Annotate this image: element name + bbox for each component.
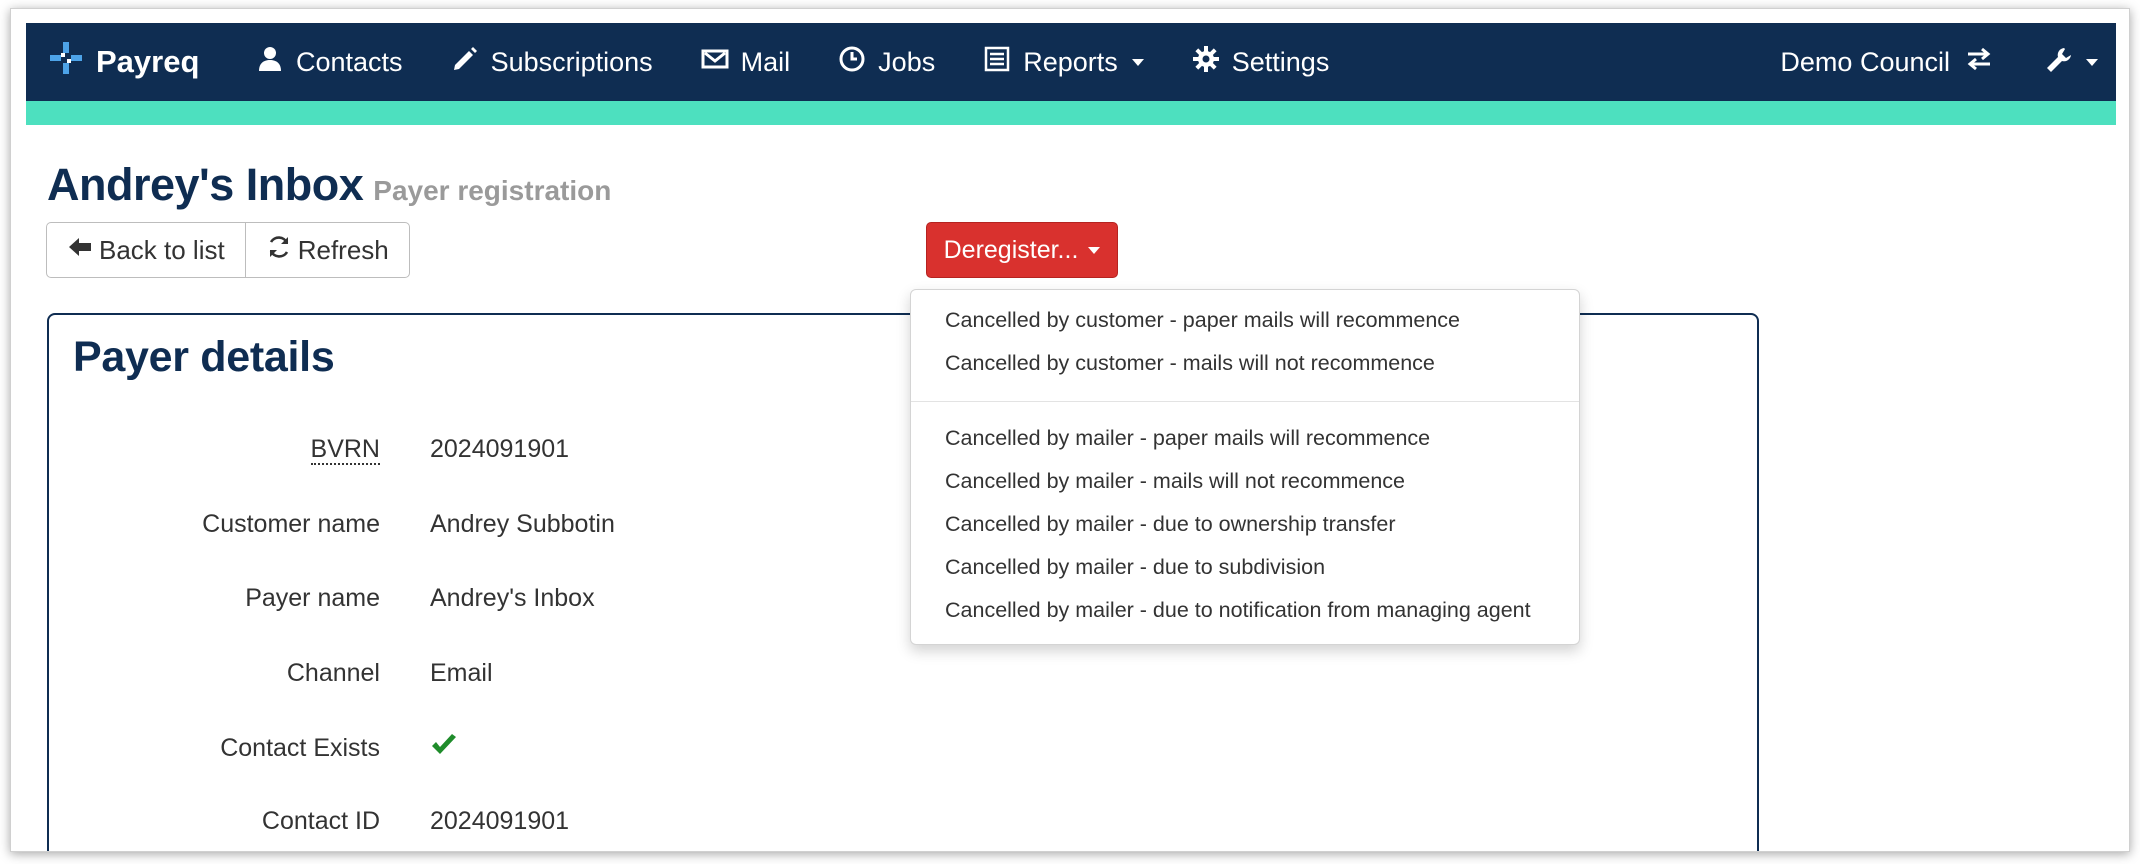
list-icon	[983, 45, 1011, 80]
detail-label: Payer name	[245, 583, 380, 612]
detail-label: Contact Exists	[220, 733, 380, 762]
detail-row-payer-name: Payer name Andrey's Inbox	[49, 578, 949, 618]
chevron-down-icon	[1131, 58, 1144, 66]
detail-row-channel: Channel Email	[49, 653, 949, 693]
detail-value: Email	[430, 658, 493, 687]
detail-row-customer-name: Customer name Andrey Subbotin	[49, 504, 949, 544]
nav-reports[interactable]: Reports	[983, 45, 1144, 80]
gear-icon	[1192, 45, 1220, 80]
panel-title: Payer details	[73, 333, 335, 381]
swap-arrows-icon	[1964, 44, 1994, 81]
menu-item-mailer-ownership-transfer[interactable]: Cancelled by mailer - due to ownership t…	[945, 512, 1396, 537]
brand[interactable]: Payreq	[48, 23, 199, 101]
page-title: Andrey's Inbox	[47, 159, 364, 210]
checkmark-icon	[430, 731, 458, 766]
deregister-button[interactable]: Deregister...	[926, 222, 1118, 278]
chevron-down-icon	[2086, 58, 2098, 66]
main-nav: Contacts Subscriptions Mail Jobs Reports…	[256, 23, 1377, 101]
accent-bar	[26, 101, 2116, 125]
menu-item-mailer-subdivision[interactable]: Cancelled by mailer - due to subdivision	[945, 555, 1325, 580]
nav-contacts-label: Contacts	[296, 46, 403, 77]
menu-divider	[911, 401, 1579, 402]
detail-label: Contact ID	[261, 806, 380, 835]
tools-menu[interactable]	[2044, 45, 2098, 80]
nav-reports-label: Reports	[1023, 46, 1118, 77]
nav-subscriptions-label: Subscriptions	[490, 46, 653, 77]
deregister-dropdown-menu: Cancelled by customer - paper mails will…	[910, 289, 1580, 645]
refresh-button[interactable]: Refresh	[244, 223, 409, 277]
detail-value: 2024091901	[430, 434, 570, 463]
page-subtitle: Payer registration	[373, 175, 612, 206]
top-navbar: Payreq Contacts Subscriptions Mail Jobs …	[26, 23, 2116, 101]
detail-label: Customer name	[202, 509, 380, 538]
menu-item-customer-paper-recommence[interactable]: Cancelled by customer - paper mails will…	[945, 308, 1460, 333]
menu-item-mailer-paper-recommence[interactable]: Cancelled by mailer - paper mails will r…	[945, 426, 1430, 451]
nav-settings-label: Settings	[1231, 46, 1330, 77]
brand-name: Payreq	[96, 44, 200, 79]
bvrn-abbr: BVRN	[310, 434, 380, 465]
refresh-icon	[266, 234, 292, 267]
user-icon	[256, 45, 284, 80]
browser-window: Payreq Contacts Subscriptions Mail Jobs …	[10, 8, 2130, 852]
detail-value: Andrey Subbotin	[430, 509, 615, 538]
nav-jobs-label: Jobs	[878, 46, 936, 77]
back-to-list-label: Back to list	[99, 234, 225, 265]
menu-item-mailer-not-recommence[interactable]: Cancelled by mailer - mails will not rec…	[945, 469, 1405, 494]
clock-icon	[838, 45, 866, 80]
page-header: Andrey's Inbox Payer registration	[47, 159, 611, 211]
nav-jobs[interactable]: Jobs	[838, 45, 935, 80]
wrench-icon	[2044, 45, 2074, 80]
nav-mail-label: Mail	[740, 46, 791, 77]
back-to-list-button[interactable]: Back to list	[47, 223, 245, 277]
detail-label: BVRN	[49, 434, 380, 465]
envelope-icon	[701, 45, 729, 80]
detail-row-contact-id: Contact ID 2024091901	[49, 801, 949, 841]
council-name: Demo Council	[1780, 46, 1950, 77]
detail-label: Channel	[286, 658, 380, 687]
refresh-label: Refresh	[297, 234, 389, 265]
nav-subscriptions[interactable]: Subscriptions	[451, 45, 653, 80]
pencil-icon	[451, 45, 479, 80]
council-switcher[interactable]: Demo Council	[1780, 44, 1994, 81]
nav-contacts[interactable]: Contacts	[256, 45, 403, 80]
detail-row-contact-exists: Contact Exists	[49, 728, 949, 768]
payreq-logo-icon	[48, 40, 84, 84]
detail-value: 2024091901	[430, 806, 570, 835]
detail-value: Andrey's Inbox	[430, 583, 595, 612]
detail-row-bvrn: BVRN 2024091901	[49, 429, 949, 469]
menu-item-mailer-managing-agent[interactable]: Cancelled by mailer - due to notificatio…	[945, 598, 1531, 623]
chevron-down-icon	[1088, 246, 1101, 254]
arrow-left-icon	[67, 234, 93, 267]
nav-right: Demo Council	[1780, 23, 2116, 101]
deregister-label: Deregister...	[943, 235, 1079, 264]
toolbar-button-group: Back to list Refresh	[46, 222, 410, 278]
nav-settings[interactable]: Settings	[1192, 45, 1330, 80]
menu-item-customer-not-recommence[interactable]: Cancelled by customer - mails will not r…	[945, 351, 1435, 376]
nav-mail[interactable]: Mail	[701, 45, 791, 80]
